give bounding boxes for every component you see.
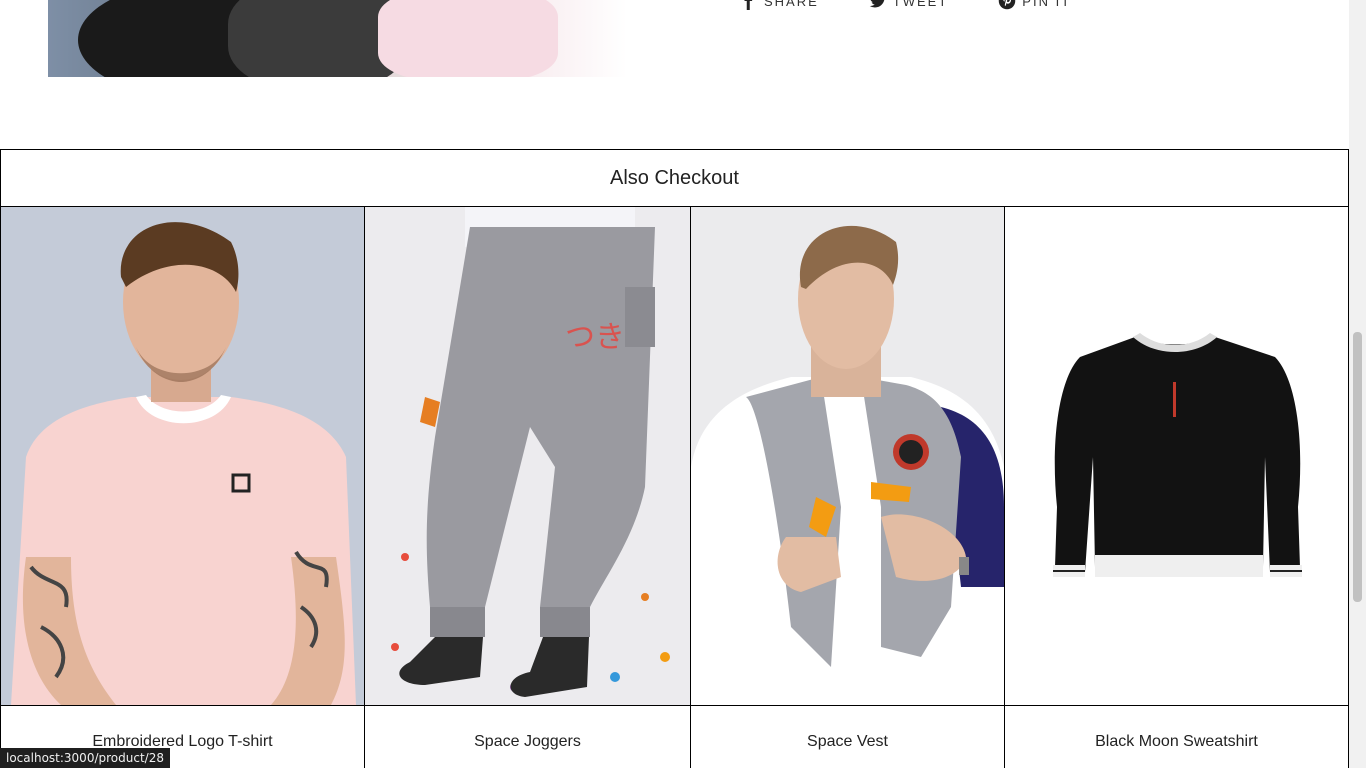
svg-text:つき: つき — [565, 320, 625, 355]
product-card-tshirt[interactable]: Embroidered Logo T-shirt — [1, 207, 365, 768]
share-links: SHARE TWEET PIN IT — [740, 0, 1071, 10]
scrollbar-thumb[interactable] — [1353, 332, 1362, 602]
twitter-icon — [869, 0, 885, 8]
product-name-sweatshirt[interactable]: Black Moon Sweatshirt — [1005, 706, 1348, 768]
page-scrollbar[interactable] — [1349, 0, 1366, 768]
facebook-icon — [744, 0, 753, 10]
product-image-vest[interactable] — [691, 207, 1004, 706]
share-twitter-link[interactable]: TWEET — [869, 0, 949, 10]
share-facebook-link[interactable]: SHARE — [740, 0, 819, 10]
product-name-vest[interactable]: Space Vest — [691, 706, 1004, 768]
product-image-joggers[interactable]: つき — [365, 207, 690, 706]
product-card-joggers[interactable]: つき Space Joggers — [365, 207, 691, 768]
share-twitter-label: TWEET — [892, 0, 949, 9]
also-checkout-title: Also Checkout — [1, 150, 1348, 207]
share-pinterest-link[interactable]: PIN IT — [998, 0, 1071, 10]
share-facebook-label: SHARE — [764, 0, 819, 9]
product-card-vest[interactable]: Space Vest — [691, 207, 1005, 768]
page-viewport: SHARE TWEET PIN IT Also Checkout Embroid… — [0, 0, 1349, 768]
product-grid: Embroidered Logo T-shirt つき Space Jogger… — [1, 207, 1348, 768]
pinterest-icon — [999, 0, 1016, 10]
product-card-sweatshirt[interactable]: Black Moon Sweatshirt — [1005, 207, 1348, 768]
share-pinterest-label: PIN IT — [1022, 0, 1072, 9]
product-main-image — [48, 0, 627, 77]
product-image-sweatshirt[interactable] — [1005, 207, 1348, 706]
product-image-tshirt[interactable] — [1, 207, 364, 706]
product-name-joggers[interactable]: Space Joggers — [365, 706, 690, 768]
also-checkout-section: Also Checkout Embroidered Logo T-shirt つ… — [0, 149, 1349, 768]
browser-status-bar: localhost:3000/product/28 — [0, 748, 170, 768]
